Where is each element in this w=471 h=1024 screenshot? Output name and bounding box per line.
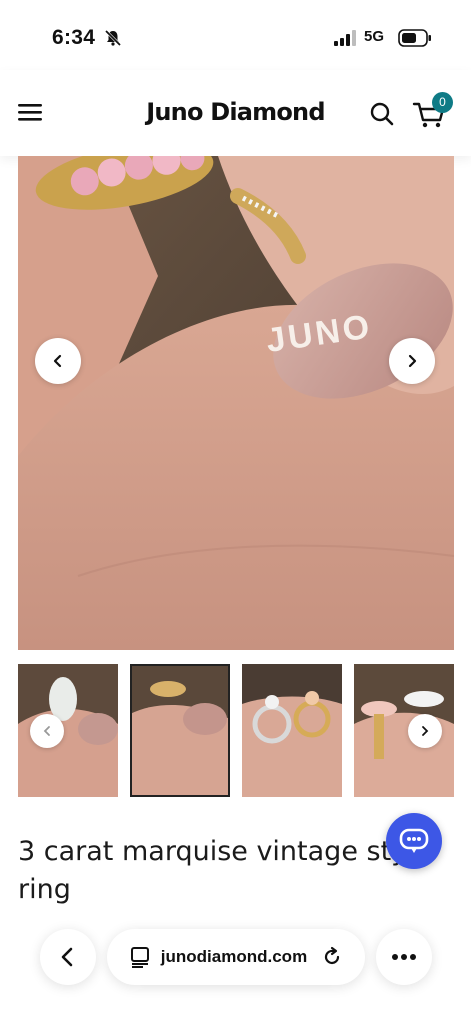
thumbnail-strip xyxy=(18,664,454,797)
thumbnail-1[interactable] xyxy=(18,664,118,797)
chat-bubble-icon xyxy=(399,828,429,853)
reload-icon[interactable] xyxy=(321,946,343,968)
thumbnail-2-image xyxy=(130,664,230,797)
browser-back-button[interactable] xyxy=(40,929,96,985)
status-bar: 6:34 5G xyxy=(0,0,471,70)
reader-mode-icon[interactable] xyxy=(129,946,151,968)
signal-icon xyxy=(334,30,356,46)
status-time: 6:34 xyxy=(52,26,96,49)
silent-bell-icon xyxy=(104,29,122,47)
thumbnail-2[interactable] xyxy=(130,664,230,797)
product-hero-image[interactable]: JUNO xyxy=(18,156,454,650)
brand-logo[interactable]: Juno Diamond xyxy=(0,98,471,126)
hero-prev-button[interactable] xyxy=(35,338,81,384)
hero-ring-photo: JUNO xyxy=(18,156,454,650)
battery-icon xyxy=(398,29,431,47)
ellipsis-icon xyxy=(392,954,416,960)
cart-count-badge: 0 xyxy=(432,92,453,113)
hero-next-button[interactable] xyxy=(389,338,435,384)
more-options-button[interactable] xyxy=(376,929,432,985)
thumbnail-4[interactable] xyxy=(354,664,454,797)
thumbnail-3[interactable] xyxy=(242,664,342,797)
site-header: Juno Diamond xyxy=(0,70,471,156)
chevron-left-icon xyxy=(43,726,50,736)
url-text[interactable]: junodiamond.com xyxy=(161,947,307,967)
chevron-left-icon xyxy=(53,354,62,368)
thumbnail-next-button[interactable] xyxy=(408,714,442,748)
thumbnail-prev-button[interactable] xyxy=(30,714,64,748)
chevron-right-icon xyxy=(408,354,417,368)
chevron-left-icon xyxy=(61,947,73,967)
search-icon[interactable] xyxy=(368,100,396,128)
network-type: 5G xyxy=(364,28,385,45)
chat-button[interactable] xyxy=(386,813,442,869)
thumbnail-3-image xyxy=(242,664,342,797)
chevron-right-icon xyxy=(422,726,429,736)
address-bar[interactable]: junodiamond.com xyxy=(107,929,365,985)
